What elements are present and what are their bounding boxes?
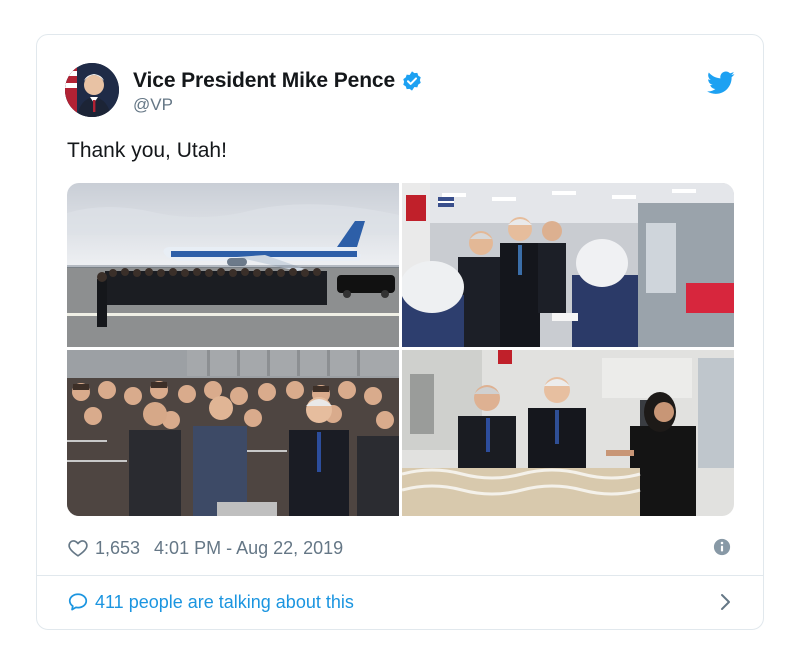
photo-facility-handshake[interactable]: [402, 350, 734, 516]
tweet-text: Thank you, Utah!: [67, 139, 227, 162]
tweet-header: Vice President Mike Pence @VP: [65, 61, 737, 121]
tweet-timestamp[interactable]: 4:01 PM - Aug 22, 2019: [154, 538, 343, 559]
photo-grid: [67, 183, 734, 516]
talking-count-link[interactable]: 411 people are talking about this: [95, 592, 354, 613]
tweet-meta: 1,653 4:01 PM - Aug 22, 2019: [67, 535, 731, 561]
photo-crowd[interactable]: [67, 350, 399, 516]
tweet-card: Vice President Mike Pence @VP Thank you,…: [36, 34, 764, 630]
conversation-link[interactable]: 411 people are talking about this: [67, 587, 733, 617]
speech-bubble-icon: [68, 593, 88, 611]
author-name-row: Vice President Mike Pence: [133, 69, 423, 93]
avatar[interactable]: [65, 63, 119, 117]
chevron-right-icon[interactable]: [719, 592, 733, 612]
photo-factory-handshake[interactable]: [402, 183, 734, 347]
like-count[interactable]: 1,653: [95, 538, 140, 559]
author-name[interactable]: Vice President Mike Pence: [133, 69, 395, 93]
photo-airport-group[interactable]: [67, 183, 399, 347]
footer-divider: [37, 575, 763, 576]
heart-icon[interactable]: [67, 537, 89, 559]
author-handle[interactable]: @VP: [133, 95, 173, 115]
twitter-bird-icon[interactable]: [707, 71, 735, 95]
info-icon[interactable]: [713, 538, 731, 556]
verified-badge-icon: [403, 71, 421, 91]
